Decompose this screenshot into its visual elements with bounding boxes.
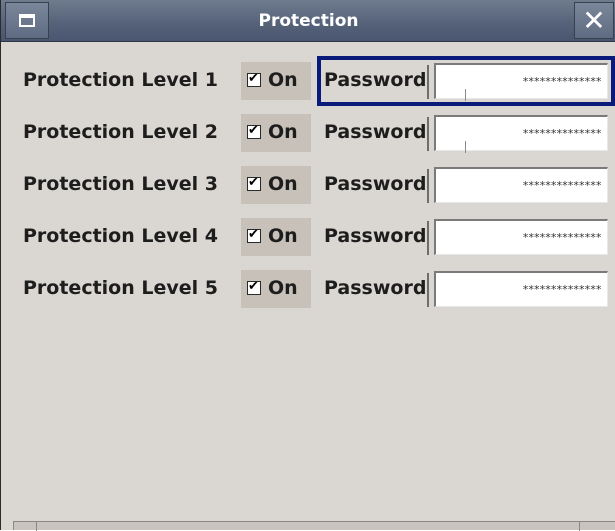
- protection-level-label: Protection Level 1: [23, 69, 218, 91]
- protection-level-2-on-checkbox[interactable]: ✔ On: [241, 114, 311, 152]
- protection-level-label: Protection Level 4: [23, 225, 218, 247]
- checkbox-box[interactable]: ✔: [247, 175, 261, 191]
- password-field-1-frame[interactable]: [434, 63, 608, 99]
- protection-row-4: Protection Level 4 ✔ On Password: [1, 215, 615, 259]
- on-label: On: [268, 277, 298, 299]
- protection-row-1: Protection Level 1 ✔ On Password: [1, 59, 615, 103]
- password-field-1[interactable]: [436, 65, 607, 98]
- bottom-scrollbar[interactable]: [13, 521, 615, 531]
- password-field-3[interactable]: [436, 169, 607, 202]
- protection-level-5-on-checkbox[interactable]: ✔ On: [241, 270, 311, 308]
- protection-level-label: Protection Level 2: [23, 121, 218, 143]
- separator: [427, 273, 429, 307]
- text-cursor: [465, 89, 466, 101]
- password-field-3-frame[interactable]: [434, 167, 608, 203]
- password-label: Password: [324, 225, 427, 247]
- checkmark-icon: ✔: [248, 71, 259, 86]
- checkbox-box[interactable]: ✔: [247, 123, 261, 139]
- close-button[interactable]: ✕: [574, 2, 614, 39]
- separator: [427, 221, 429, 255]
- separator: [427, 117, 429, 151]
- separator: [427, 65, 429, 99]
- protection-level-label: Protection Level 3: [23, 173, 218, 195]
- title-bar[interactable]: Protection ✕: [1, 0, 615, 42]
- password-label: Password: [324, 69, 427, 91]
- checkmark-icon: ✔: [248, 227, 259, 242]
- protection-level-3-on-checkbox[interactable]: ✔ On: [241, 166, 311, 204]
- password-field-2-frame[interactable]: [434, 115, 608, 151]
- checkbox-box[interactable]: ✔: [247, 71, 261, 87]
- protection-row-5: Protection Level 5 ✔ On Password: [1, 267, 615, 311]
- password-label: Password: [324, 173, 427, 195]
- separator: [427, 169, 429, 203]
- checkmark-icon: ✔: [248, 279, 259, 294]
- checkmark-icon: ✔: [248, 123, 259, 138]
- password-field-4[interactable]: [436, 221, 607, 254]
- protection-dialog: Protection ✕ Protection Level 1 ✔ On Pas…: [0, 0, 615, 531]
- on-label: On: [268, 69, 298, 91]
- password-field-5-frame[interactable]: [434, 271, 608, 307]
- on-label: On: [268, 121, 298, 143]
- password-field-5[interactable]: [436, 273, 607, 306]
- checkbox-box[interactable]: ✔: [247, 279, 261, 295]
- protection-level-1-on-checkbox[interactable]: ✔ On: [241, 62, 311, 100]
- on-label: On: [268, 225, 298, 247]
- close-icon: ✕: [582, 4, 606, 37]
- checkbox-box[interactable]: ✔: [247, 227, 261, 243]
- password-field-4-frame[interactable]: [434, 219, 608, 255]
- protection-level-4-on-checkbox[interactable]: ✔ On: [241, 218, 311, 256]
- password-label: Password: [324, 121, 427, 143]
- password-field-2[interactable]: [436, 117, 607, 150]
- on-label: On: [268, 173, 298, 195]
- password-label: Password: [324, 277, 427, 299]
- checkmark-icon: ✔: [248, 175, 259, 190]
- protection-level-label: Protection Level 5: [23, 277, 218, 299]
- window-title: Protection: [258, 11, 359, 31]
- protection-row-3: Protection Level 3 ✔ On Password: [1, 163, 615, 207]
- protection-row-2: Protection Level 2 ✔ On Password: [1, 111, 615, 155]
- text-cursor: [465, 141, 466, 153]
